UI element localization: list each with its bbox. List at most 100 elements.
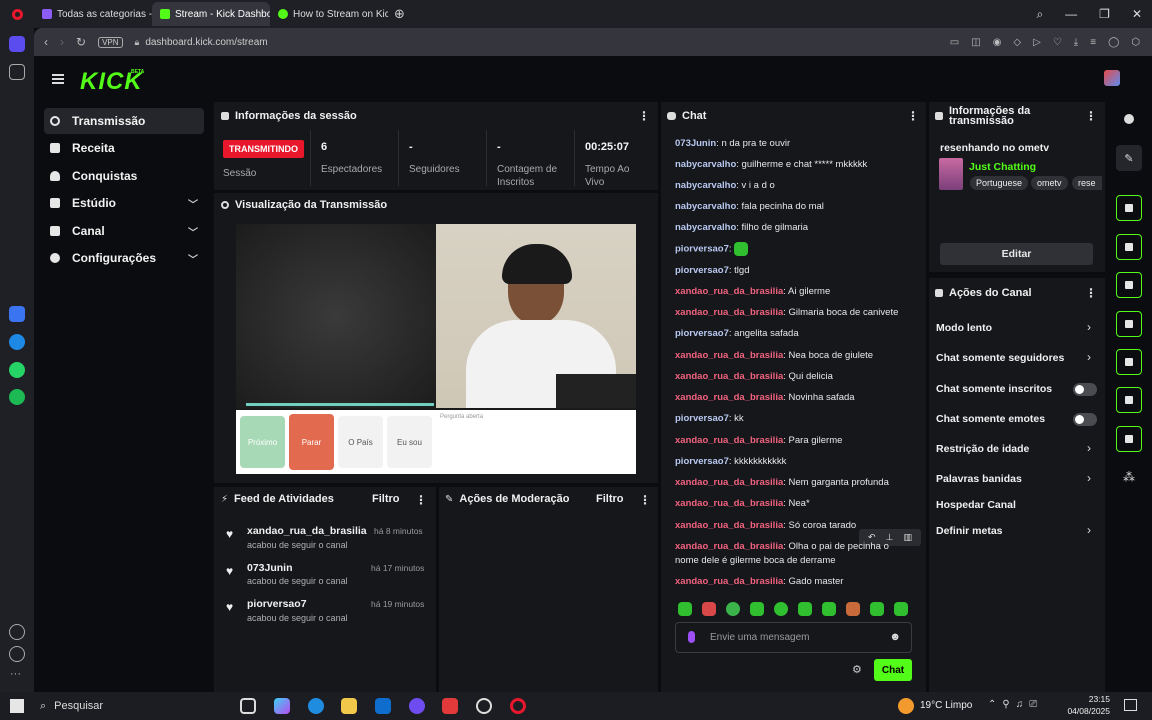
emote-icon[interactable] (822, 602, 836, 616)
category-link[interactable]: Just Chatting (969, 161, 1036, 173)
wrench-icon[interactable] (1116, 426, 1142, 452)
vpn-badge[interactable]: VPN (98, 36, 123, 48)
url-text[interactable]: dashboard.kick.com/stream (145, 37, 267, 48)
chevron-right-icon[interactable]: › (1087, 320, 1091, 334)
clock-date[interactable]: 04/08/2025 (1066, 706, 1110, 716)
search-tabs-icon[interactable]: ⌕ (1036, 7, 1043, 22)
next-button[interactable]: Próximo (240, 416, 285, 468)
nav-conquistas[interactable]: Conquistas (44, 163, 204, 189)
channel-actions-menu-icon[interactable]: ⋮ (1085, 286, 1097, 300)
country-button[interactable]: O País (338, 416, 383, 468)
chat-username[interactable]: nabycarvalho (675, 180, 736, 191)
emote-icon[interactable] (702, 602, 716, 616)
emotes-only-toggle[interactable] (1073, 413, 1097, 426)
message-icon[interactable] (1116, 311, 1142, 337)
stream-info-menu-icon[interactable]: ⋮ (1085, 109, 1097, 123)
lightning-icon[interactable] (1116, 234, 1142, 260)
chat-username[interactable]: xandao_rua_da_brasilia (675, 576, 783, 587)
system-tray-icons[interactable]: ⌃⚲♫⎚ (988, 699, 1043, 710)
subscribers-only-toggle[interactable] (1073, 383, 1097, 396)
whatsapp-icon[interactable] (9, 362, 25, 378)
forward-icon[interactable]: › (60, 35, 64, 49)
document-icon[interactable] (1116, 272, 1142, 298)
camera-icon[interactable]: ◉ (993, 37, 1002, 48)
chat-username[interactable]: xandao_rua_da_brasilia (675, 350, 783, 361)
messenger-icon[interactable] (9, 334, 25, 350)
action-modo-lento[interactable]: Modo lento (936, 322, 992, 334)
chevron-right-icon[interactable]: › (1087, 523, 1091, 537)
feed-filter-button[interactable]: Filtro (372, 493, 400, 505)
chat-username[interactable]: nabycarvalho (675, 159, 736, 170)
video-progress-bar[interactable] (246, 403, 434, 406)
edit-button[interactable]: Editar (940, 243, 1093, 265)
nav-configuracoes[interactable]: Configurações ﹀ (44, 245, 204, 271)
chat-username[interactable]: xandao_rua_da_brasilia (675, 477, 783, 488)
microphone-icon[interactable] (688, 631, 695, 643)
chat-username[interactable]: piorversao7 (675, 413, 729, 424)
home-icon[interactable] (9, 36, 25, 52)
screenshot-icon[interactable]: ◫ (971, 37, 980, 48)
layers-icon[interactable] (1116, 387, 1142, 413)
chat-username[interactable]: piorversao7 (675, 456, 729, 467)
chat-username[interactable]: xandao_rua_da_brasilia (675, 435, 783, 446)
media-icon[interactable]: ▷ (1033, 37, 1041, 48)
favorite-icon[interactable]: ♡ (1053, 37, 1062, 48)
tab-kick-dashboard[interactable]: Stream - Kick Dashboard✕ (152, 2, 270, 26)
outlook-icon[interactable] (375, 698, 391, 714)
maximize-button[interactable]: ❐ (1099, 7, 1110, 22)
reload-icon[interactable]: ↻ (76, 35, 86, 49)
emote-icon[interactable] (750, 602, 764, 616)
aria-icon[interactable] (9, 306, 25, 322)
moderation-filter-button[interactable]: Filtro (596, 493, 624, 505)
chevron-right-icon[interactable]: › (1087, 441, 1091, 455)
clock-time[interactable]: 23:15 (1066, 694, 1110, 704)
profile-icon[interactable]: ◯ (1108, 37, 1119, 48)
download-icon[interactable]: ⤓ (1074, 37, 1078, 48)
emote-icon[interactable] (678, 602, 692, 616)
emote-icon[interactable] (894, 602, 908, 616)
send-chat-button[interactable]: Chat (874, 659, 912, 681)
nav-canal[interactable]: Canal ﹀ (44, 218, 204, 244)
feed-item-name[interactable]: piorversao7 (247, 598, 307, 610)
history-icon[interactable] (9, 646, 25, 662)
edge-icon[interactable] (308, 698, 324, 714)
new-tab-button[interactable]: ⊕ (394, 6, 405, 22)
feed-item-name[interactable]: 073Junin (247, 562, 293, 574)
chat-settings-gear-icon[interactable]: ⚙︎ (852, 663, 862, 676)
chat-username[interactable]: piorversao7 (675, 265, 729, 276)
chat-username[interactable]: xandao_rua_da_brasilia (675, 307, 783, 318)
notification-icon[interactable] (1124, 699, 1137, 711)
chat-username[interactable]: xandao_rua_da_brasilia (675, 286, 783, 297)
chat-username[interactable]: nabycarvalho (675, 222, 736, 233)
chat-username[interactable]: piorversao7 (675, 244, 729, 255)
back-icon[interactable]: ‹ (44, 35, 48, 49)
chat-username[interactable]: 073Junin (675, 138, 716, 149)
chat-input[interactable]: Envie uma mensagem ☻ (675, 622, 912, 653)
chat-username[interactable]: piorversao7 (675, 328, 729, 339)
task-view-icon[interactable] (240, 698, 256, 714)
info-icon[interactable] (1124, 114, 1134, 124)
action-set-goals[interactable]: Definir metas (936, 525, 1003, 537)
tab-twitch[interactable]: Todas as categorias - Twit (34, 2, 152, 26)
chevron-right-icon[interactable]: › (1087, 350, 1091, 364)
windows-start-icon[interactable] (10, 699, 24, 713)
signal-icon[interactable] (1116, 349, 1142, 375)
action-followers-only[interactable]: Chat somente seguidores (936, 352, 1064, 364)
cube-icon[interactable]: ⬡ (1131, 37, 1140, 48)
scan-icon[interactable] (1116, 195, 1142, 221)
moderation-menu-icon[interactable]: ⋮ (639, 493, 651, 507)
chat-menu-icon[interactable]: ⋮ (907, 109, 919, 123)
minimize-button[interactable]: — (1065, 7, 1077, 22)
emote-icon[interactable] (870, 602, 884, 616)
chat-username[interactable]: xandao_rua_da_brasilia (675, 520, 783, 531)
window-close-button[interactable]: ✕ (1132, 7, 1142, 22)
emote-icon[interactable] (774, 602, 788, 616)
gender-button[interactable]: Eu sou (387, 416, 432, 468)
action-age-restriction[interactable]: Restrição de idade (936, 443, 1029, 455)
tab-how-to-stream[interactable]: How to Stream on Kick.co (270, 2, 388, 26)
copilot-icon[interactable] (274, 698, 290, 714)
feed-menu-icon[interactable]: ⋮ (415, 493, 427, 507)
feed-item-name[interactable]: xandao_rua_da_brasilia (247, 525, 367, 537)
user-avatar[interactable] (1104, 70, 1120, 86)
action-banned-words[interactable]: Palavras banidas (936, 473, 1022, 485)
